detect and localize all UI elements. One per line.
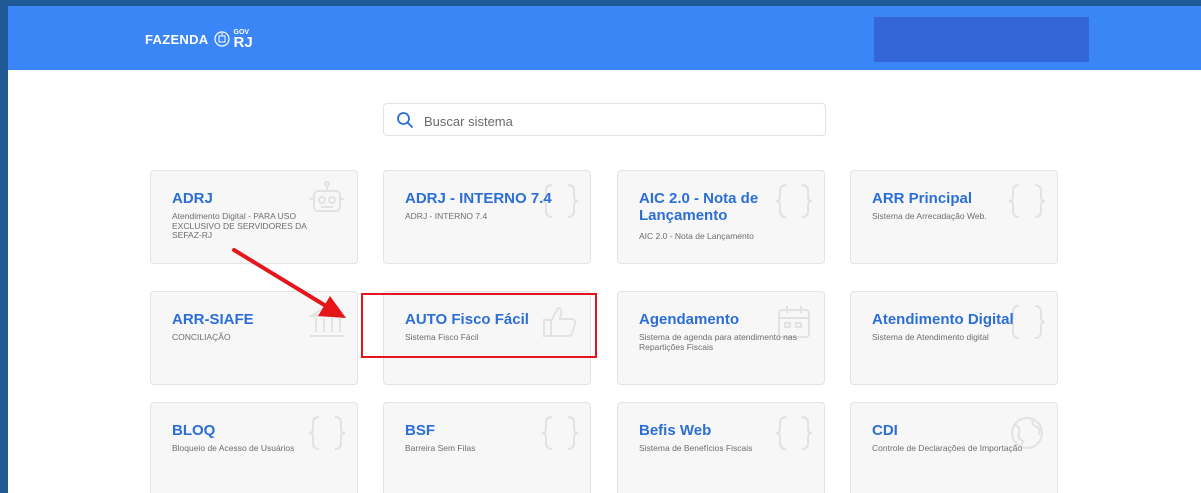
system-description: Atendimento Digital - PARA USO EXCLUSIVO… bbox=[172, 211, 307, 240]
system-card-atendimento-digital[interactable]: Atendimento Digital Sistema de Atendimen… bbox=[850, 291, 1058, 385]
brand-name: FAZENDA bbox=[145, 31, 209, 47]
system-description: Sistema de Atendimento digital bbox=[872, 332, 989, 342]
system-description: Sistema de agenda para atendimento nas R… bbox=[639, 332, 797, 352]
system-card-aic[interactable]: AIC 2.0 - Nota de Lançamento AIC 2.0 - N… bbox=[617, 170, 825, 264]
brand-logo[interactable]: FAZENDA GOV RJ bbox=[145, 28, 253, 50]
system-card-bloq[interactable]: BLOQ Bloqueio de Acesso de Usuários bbox=[150, 402, 358, 493]
system-card-arr-principal[interactable]: ARR Principal Sistema de Arrecadação Web… bbox=[850, 170, 1058, 264]
system-title: Agendamento bbox=[639, 311, 740, 328]
system-title: ADRJ bbox=[172, 190, 213, 207]
page-frame: FAZENDA GOV RJ Buscar sistema ADRJ Atend… bbox=[8, 6, 1201, 493]
system-card-adrj-interno[interactable]: ADRJ - INTERNO 7.4 ADRJ - INTERNO 7.4 bbox=[383, 170, 591, 264]
user-menu-redacted[interactable] bbox=[874, 17, 1089, 62]
system-description: Controle de Declarações de Importação bbox=[872, 443, 1023, 453]
system-title: AIC 2.0 - Nota de Lançamento bbox=[639, 190, 759, 224]
system-card-agendamento[interactable]: Agendamento Sistema de agenda para atend… bbox=[617, 291, 825, 385]
system-card-cdi[interactable]: CDI Controle de Declarações de Importaçã… bbox=[850, 402, 1058, 493]
highlight-box bbox=[361, 293, 597, 358]
system-card-bsf[interactable]: BSF Barreira Sem Filas bbox=[383, 402, 591, 493]
system-title: ADRJ - INTERNO 7.4 bbox=[405, 190, 552, 207]
system-title: CDI bbox=[872, 422, 898, 439]
state-seal-icon bbox=[213, 31, 230, 47]
system-description: Bloqueio de Acesso de Usuários bbox=[172, 443, 295, 453]
system-description: Sistema de Arrecadação Web. bbox=[872, 211, 987, 221]
system-description: CONCILIAÇÃO bbox=[172, 332, 231, 342]
system-card-befis-web[interactable]: Befis Web Sistema de Benefícios Fiscais bbox=[617, 402, 825, 493]
system-description: Sistema de Benefícios Fiscais bbox=[639, 443, 753, 453]
system-title: BLOQ bbox=[172, 422, 216, 439]
top-header: FAZENDA GOV RJ bbox=[8, 6, 1201, 70]
search-box[interactable] bbox=[383, 103, 826, 136]
search-input[interactable] bbox=[422, 109, 816, 133]
system-title: Befis Web bbox=[639, 422, 712, 439]
search-icon bbox=[397, 112, 413, 128]
system-title: ARR Principal bbox=[872, 190, 973, 207]
system-description: ADRJ - INTERNO 7.4 bbox=[405, 211, 488, 221]
system-title: BSF bbox=[405, 422, 435, 439]
brand-gov-mark: GOV RJ bbox=[233, 28, 253, 51]
system-description: Barreira Sem Filas bbox=[405, 443, 476, 453]
system-description: AIC 2.0 - Nota de Lançamento bbox=[639, 231, 754, 241]
system-title: Atendimento Digital bbox=[872, 311, 1014, 328]
red-arrow-annotation bbox=[232, 248, 346, 318]
